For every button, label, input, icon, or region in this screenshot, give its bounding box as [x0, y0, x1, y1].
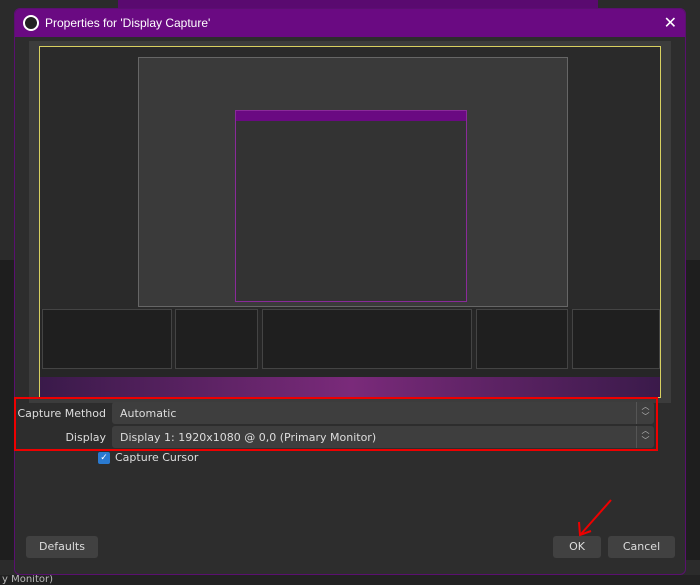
red-arrow-annotation [578, 499, 612, 537]
display-label: Display [65, 430, 106, 444]
chevron-updown-icon: ︿ ﹀ [636, 402, 654, 424]
capture-cursor-checkbox[interactable]: ✓ Capture Cursor [98, 451, 198, 464]
display-row: Display Display 1: 1920x1080 @ 0,0 (Prim… [16, 426, 660, 448]
defaults-button[interactable]: Defaults [26, 536, 98, 558]
nested-properties-dialog [235, 110, 467, 302]
ok-button[interactable]: OK [553, 536, 601, 558]
captured-screen [39, 46, 661, 398]
display-value: Display 1: 1920x1080 @ 0,0 (Primary Moni… [120, 430, 377, 444]
obs-logo-icon [23, 15, 39, 31]
properties-dialog: Properties for 'Display Capture' ✕ [14, 8, 686, 575]
nested-obs-preview [138, 57, 568, 307]
audio-mixer-panel [262, 309, 472, 369]
background-status-text: y Monitor) [0, 575, 700, 585]
capture-method-row: Capture Method Automatic ︿ ﹀ [16, 402, 660, 424]
sources-panel [175, 309, 258, 369]
nested-obs-docks [40, 309, 660, 377]
capture-preview [29, 41, 671, 403]
close-icon[interactable]: ✕ [664, 13, 677, 32]
checkmark-icon: ✓ [98, 451, 110, 464]
highlight-box: Capture Method Automatic ︿ ﹀ Display Disp… [14, 397, 658, 451]
chevron-updown-icon: ︿ ﹀ [636, 426, 654, 448]
nested-taskbar [40, 377, 660, 397]
capture-method-label: Capture Method [17, 406, 107, 420]
controls-panel [572, 309, 660, 369]
capture-method-select[interactable]: Automatic ︿ ﹀ [112, 402, 654, 424]
scenes-panel [42, 309, 172, 369]
capture-cursor-label: Capture Cursor [115, 451, 199, 464]
background-obs-right [686, 260, 700, 560]
cancel-button[interactable]: Cancel [608, 536, 675, 558]
transitions-panel [476, 309, 568, 369]
title-bar: Properties for 'Display Capture' ✕ [15, 9, 685, 37]
background-obs-left [0, 260, 14, 560]
dialog-title: Properties for 'Display Capture' [45, 16, 211, 30]
display-select[interactable]: Display 1: 1920x1080 @ 0,0 (Primary Moni… [112, 426, 654, 448]
capture-method-value: Automatic [120, 406, 177, 420]
